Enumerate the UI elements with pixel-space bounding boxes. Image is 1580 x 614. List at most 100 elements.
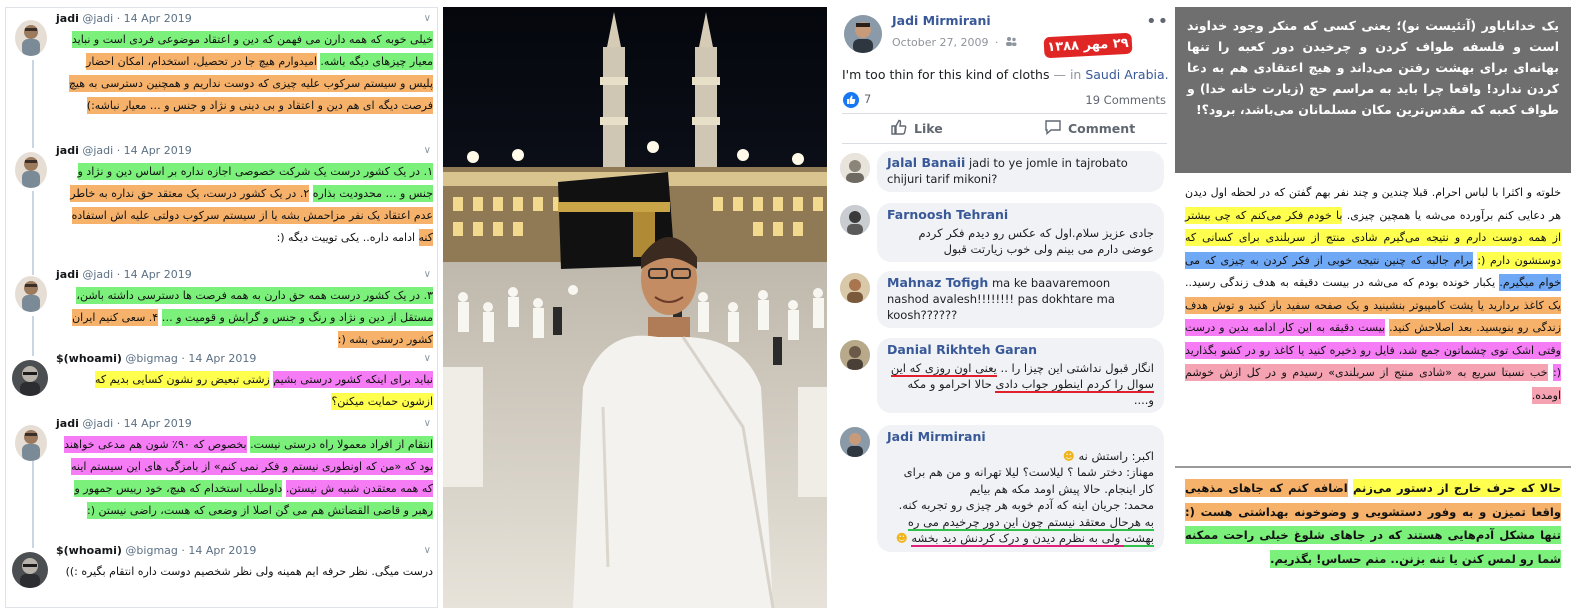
highlight-green: انتقام از افراد معمولا راه درستی نیست. xyxy=(250,436,433,453)
comment-bubble: Jadi Mirmirani اکبر: راستش نه ☻ مهناز: د… xyxy=(877,425,1164,552)
tweet-header: jadi @jadi · 14 Apr 2019 xyxy=(56,144,192,157)
comments-count-link[interactable]: 19 Comments xyxy=(1085,93,1166,107)
avatar[interactable] xyxy=(840,427,870,457)
chevron-down-icon[interactable]: ∨ xyxy=(424,353,431,364)
tweet[interactable]: jadi @jadi · 14 Apr 2019 ∨ ۳. در یک کشور… xyxy=(6,268,437,353)
like-reaction-icon[interactable] xyxy=(843,92,859,108)
tweet-handle[interactable]: @jadi xyxy=(82,417,113,430)
overlay-date-badge: ۲۹ مهر ۱۳۸۸ xyxy=(1043,32,1133,59)
avatar[interactable] xyxy=(15,20,47,56)
more-icon[interactable]: ••• xyxy=(1146,11,1172,32)
text-span: درست میگی. نظر حرفه ایم همینه ولی نظر شخ… xyxy=(65,565,433,578)
chevron-down-icon[interactable]: ∨ xyxy=(424,418,431,429)
comment-bubble: Jalal Banaii jadi to ye jomle in tajroba… xyxy=(877,151,1164,192)
text-span: ادامه داره.. یکی توییت دیگه (: xyxy=(276,231,419,244)
reaction-count[interactable]: 7 xyxy=(864,92,871,106)
tweet-date[interactable]: · 14 Apr 2019 xyxy=(117,268,192,281)
post-place-link[interactable]: Saudi Arabia. xyxy=(1085,67,1168,82)
like-button[interactable]: Like xyxy=(890,117,943,139)
tweet-handle[interactable]: @jadi xyxy=(82,268,113,281)
avatar[interactable] xyxy=(840,205,870,235)
comment-author[interactable]: Jalal Banaii xyxy=(887,155,965,170)
like-icon xyxy=(890,119,908,138)
tweet-handle[interactable]: @bigmag xyxy=(125,352,177,365)
chevron-down-icon[interactable]: ∨ xyxy=(424,269,431,280)
tweet-header: jadi @jadi · 14 Apr 2019 xyxy=(56,268,192,281)
comment-author[interactable]: Jadi Mirmirani xyxy=(887,429,1154,446)
tweet-author-name[interactable]: jadi xyxy=(56,12,79,25)
tweet-handle[interactable]: @jadi xyxy=(82,12,113,25)
comment-bubble: Farnoosh Tehrani جادی عزیز سلام.اول که ع… xyxy=(877,203,1164,262)
tweet-author-name[interactable]: jadi xyxy=(56,268,79,281)
tweet-date[interactable]: · 14 Apr 2019 xyxy=(181,544,256,557)
tweet-date[interactable]: · 14 Apr 2019 xyxy=(181,352,256,365)
tweet-text: خیلی خوبه که همه دارن می فهمن که دین و ا… xyxy=(61,29,433,117)
comment-line: مهناز: دختر شما ؟ لیلاست؟ لیلا تهرانه و … xyxy=(903,465,1154,496)
post-author-name[interactable]: Jadi Mirmirani xyxy=(892,13,991,28)
avatar[interactable] xyxy=(840,153,870,183)
tweet-text: ۱. در یک کشور درست یک شرکت خصوصی اجازه ن… xyxy=(61,161,433,249)
friends-icon[interactable] xyxy=(1005,36,1017,49)
comment-author[interactable]: Mahnaz Tofigh xyxy=(887,275,988,290)
comment-author[interactable]: Danial Rikhteh Garan xyxy=(887,342,1154,358)
tweet-handle[interactable]: @bigmag xyxy=(125,544,177,557)
smile-emoji-icon: ☻ xyxy=(895,531,908,545)
post-meta: October 27, 2009 · xyxy=(892,36,1017,49)
avatar[interactable] xyxy=(12,360,48,396)
essay-middle-text: خلوته و اکثرا با لباس احرام. قبلا چندین … xyxy=(1175,177,1571,463)
kaaba-photo xyxy=(443,7,827,608)
tweet-header: $(whoami) @bigmag · 14 Apr 2019 xyxy=(56,352,256,365)
avatar[interactable] xyxy=(15,425,47,461)
avatar[interactable] xyxy=(840,273,870,303)
tweet[interactable]: $(whoami) @bigmag · 14 Apr 2019 ∨ درست م… xyxy=(6,544,437,607)
tweet-header: jadi @jadi · 14 Apr 2019 xyxy=(56,12,192,25)
comment-text: اکبر: راستش نه xyxy=(1078,448,1154,463)
tweet-author-name[interactable]: jadi xyxy=(56,144,79,157)
tweet-date[interactable]: · 14 Apr 2019 xyxy=(117,417,192,430)
photo-illustration xyxy=(443,7,827,608)
avatar[interactable] xyxy=(840,340,870,370)
avatar[interactable] xyxy=(15,152,47,188)
tweet-header: jadi @jadi · 14 Apr 2019 xyxy=(56,417,192,430)
essay-panel: یک خداناباور (آتئیست نو)؛ یعنی کسی که من… xyxy=(1175,7,1571,608)
tweet-date[interactable]: · 14 Apr 2019 xyxy=(117,144,192,157)
highlight-magenta: نباید برای اینکه کشور درستی بشیم xyxy=(273,371,433,388)
tweet[interactable]: jadi @jadi · 14 Apr 2019 ∨ ۱. در یک کشور… xyxy=(6,144,437,266)
tweet-author-name[interactable]: $(whoami) xyxy=(56,352,122,365)
tweet[interactable]: $(whoami) @bigmag · 14 Apr 2019 ∨ نباید … xyxy=(6,352,437,418)
tweet[interactable]: jadi @jadi · 14 Apr 2019 ∨ انتقام از افر… xyxy=(6,417,437,547)
divider xyxy=(842,113,1167,114)
avatar[interactable] xyxy=(15,276,47,312)
essay-bottom-text: حالا که حرف خارج از دستور می‌زنم اضافه ک… xyxy=(1175,472,1571,608)
post-text: I'm too thin for this kind of cloths xyxy=(842,67,1050,82)
avatar[interactable] xyxy=(12,552,48,588)
tweet-author-name[interactable]: $(whoami) xyxy=(56,544,122,557)
tweet-text: درست میگی. نظر حرفه ایم همینه ولی نظر شخ… xyxy=(61,561,433,583)
comment-button[interactable]: Comment xyxy=(1044,117,1135,139)
tweet-date[interactable]: · 14 Apr 2019 xyxy=(117,12,192,25)
divider xyxy=(842,143,1167,144)
tweet-handle[interactable]: @jadi xyxy=(82,144,113,157)
highlight-pink: خب نسبتا سریع به «شادی منتج از سربلندی» … xyxy=(1185,364,1561,404)
post-text-line: I'm too thin for this kind of cloths — i… xyxy=(842,67,1170,82)
tweet-author-name[interactable]: jadi xyxy=(56,417,79,430)
chevron-down-icon[interactable]: ∨ xyxy=(424,13,431,24)
comment-text: جادی عزیز سلام.اول که عکس رو دیدم فکر کر… xyxy=(918,226,1154,256)
twitter-thread-panel: jadi @jadi · 14 Apr 2019 ∨ خیلی خوبه که … xyxy=(5,7,438,608)
text-span: یکبار خونده بودم که می‌شه در بیست دقیقه … xyxy=(1185,276,1500,289)
comment-author[interactable]: Farnoosh Tehrani xyxy=(887,207,1154,223)
comment-bubble: Danial Rikhteh Garan انگار قبول نداشتی ا… xyxy=(877,338,1164,413)
chevron-down-icon[interactable]: ∨ xyxy=(424,545,431,556)
comment-text-underlined: ولی به نظرم دیدن و درک کردنش دید بخشه xyxy=(911,531,1124,547)
comment-icon xyxy=(1044,119,1062,138)
chevron-down-icon[interactable]: ∨ xyxy=(424,145,431,156)
essay-title-block: یک خداناباور (آتئیست نو)؛ یعنی کسی که من… xyxy=(1175,7,1571,173)
comment-label: Comment xyxy=(1068,120,1136,136)
avatar[interactable] xyxy=(844,15,882,53)
like-label: Like xyxy=(914,120,943,136)
comment-line: محمد: جریان اینه که آدم خوبه هر چیزی رو … xyxy=(887,497,1154,547)
tweet-header: $(whoami) @bigmag · 14 Apr 2019 xyxy=(56,544,256,557)
tweet[interactable]: jadi @jadi · 14 Apr 2019 ∨ خیلی خوبه که … xyxy=(6,12,437,147)
comment-text-part: انگار قبول نداشتی این چیزا را .. xyxy=(996,361,1154,375)
post-date[interactable]: October 27, 2009 xyxy=(892,36,989,49)
